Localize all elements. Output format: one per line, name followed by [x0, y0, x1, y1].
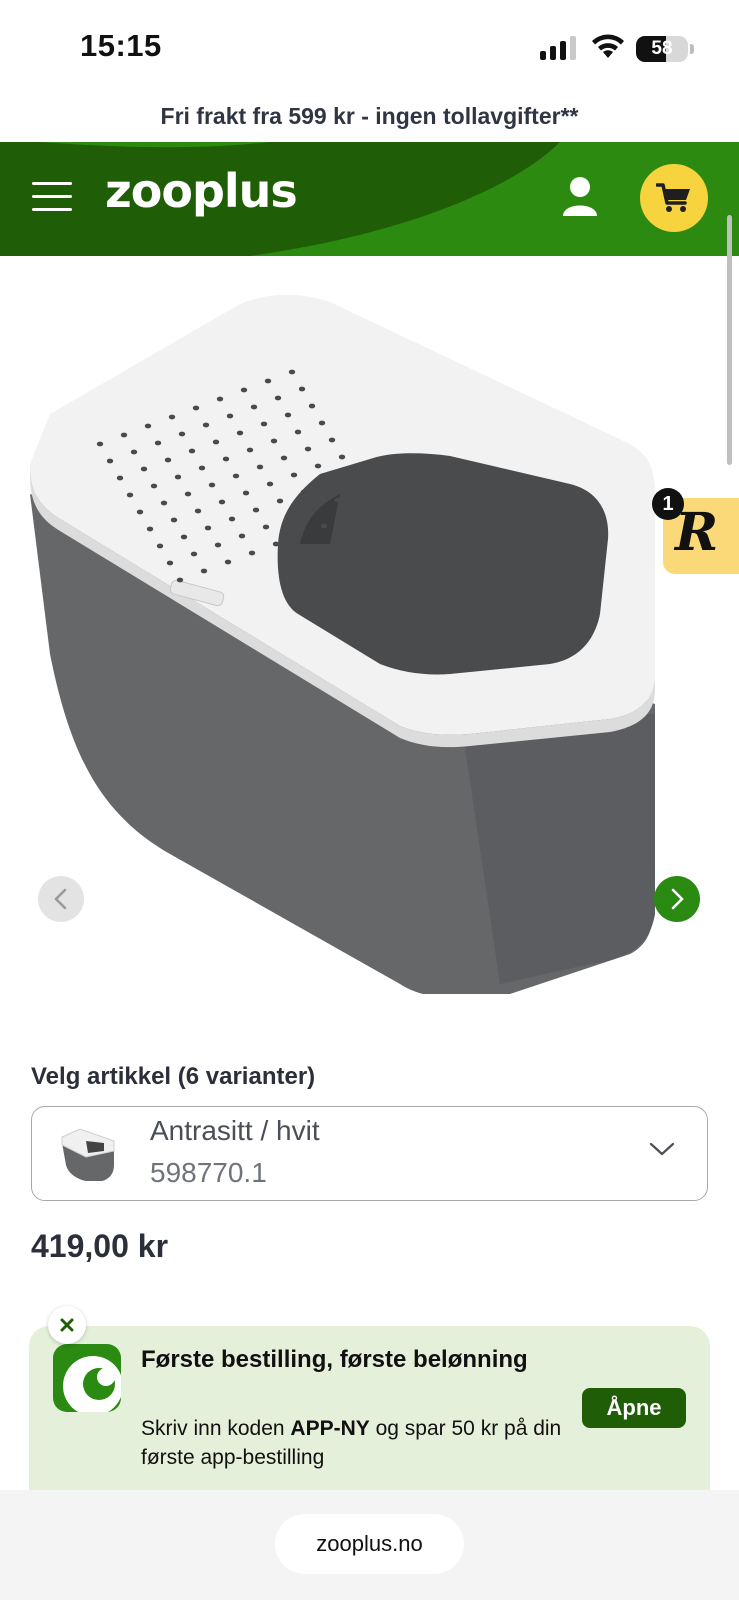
hamburger-menu-icon[interactable]: [32, 180, 74, 214]
close-banner-button[interactable]: [48, 1306, 86, 1344]
promo-code: APP-NY: [290, 1417, 370, 1440]
variant-label: Velg artikkel (6 varianter): [31, 1063, 316, 1090]
app-promo-banner[interactable]: Første bestilling, første belønning Skri…: [29, 1326, 710, 1490]
cellular-signal-icon: [540, 36, 578, 60]
rewards-badge: 1: [652, 488, 684, 520]
battery-icon: 58: [636, 36, 688, 62]
gallery-prev-button[interactable]: [38, 876, 84, 922]
zooplus-logo[interactable]: zooplus: [105, 164, 298, 218]
app-banner-text: Skriv inn koden APP-NY og spar 50 kr på …: [141, 1417, 562, 1469]
wifi-icon: [590, 32, 626, 60]
chevron-down-icon: [649, 1142, 675, 1156]
variant-dropdown[interactable]: Antrasitt / hvit 598770.1: [31, 1106, 708, 1201]
shipping-promo[interactable]: Fri frakt fra 599 kr - ingen tollavgifte…: [0, 96, 739, 142]
user-icon[interactable]: [560, 176, 600, 218]
shopping-cart-icon: [656, 183, 690, 212]
chevron-left-icon: [54, 888, 67, 910]
cart-button[interactable]: [640, 164, 708, 232]
chevron-right-icon: [671, 888, 684, 910]
battery-tip: [690, 44, 694, 54]
url-bar[interactable]: zooplus.no: [275, 1514, 464, 1574]
status-time: 15:15: [80, 28, 162, 63]
variant-thumbnail: [61, 1128, 115, 1181]
zooplus-app-icon: [53, 1344, 121, 1412]
page-scrollbar[interactable]: [727, 215, 732, 465]
variant-name: Antrasitt / hvit: [150, 1115, 320, 1146]
product-image-gallery[interactable]: [0, 256, 739, 1016]
product-image-litter-box: [30, 294, 655, 994]
browser-bottom-bar: zooplus.no: [0, 1490, 739, 1600]
open-app-button[interactable]: Åpne: [582, 1388, 686, 1428]
variant-sku: 598770.1: [150, 1157, 267, 1188]
battery-percent: 58: [651, 38, 673, 59]
product-price: 419,00 kr: [31, 1228, 169, 1264]
site-header: zooplus: [0, 142, 739, 256]
close-icon: [60, 1318, 74, 1332]
status-bar: 15:15 58: [0, 0, 739, 96]
gallery-next-button[interactable]: [654, 876, 700, 922]
app-banner-title: Første bestilling, første belønning: [141, 1346, 528, 1373]
